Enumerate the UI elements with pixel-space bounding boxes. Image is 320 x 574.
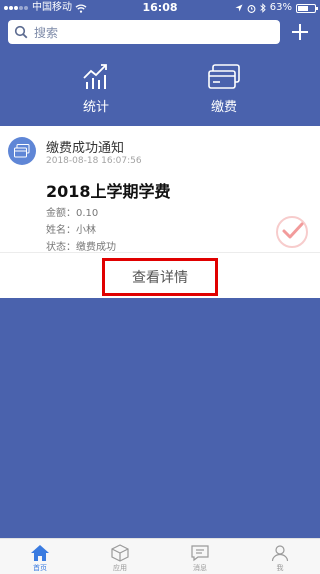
- location-icon: [235, 4, 243, 12]
- home-icon: [31, 545, 49, 561]
- message-icon: [191, 545, 209, 562]
- tab-apps-label: 应用: [113, 564, 127, 572]
- status-right: 63%: [235, 0, 318, 16]
- battery-icon: [296, 3, 318, 13]
- notification-title: 缴费成功通知: [46, 141, 125, 156]
- bluetooth-icon: [260, 3, 266, 13]
- card-icon: [14, 144, 30, 158]
- alarm-icon: [247, 4, 256, 13]
- tab-me[interactable]: 我: [240, 543, 320, 573]
- tab-apps[interactable]: 应用: [80, 543, 160, 573]
- search-icon: [14, 25, 28, 39]
- status-field: 状态：缴费成功: [46, 242, 116, 253]
- view-details-button[interactable]: 查看详情: [102, 258, 218, 296]
- card-icon: [208, 64, 240, 89]
- notification-avatar: [8, 137, 36, 165]
- search-bar[interactable]: 搜索: [8, 20, 280, 44]
- name-field: 姓名：小林: [46, 225, 96, 236]
- battery-percent: 63%: [269, 2, 292, 13]
- quick-action-statistics-label: 统计: [82, 100, 109, 115]
- person-icon: [271, 545, 289, 562]
- chart-icon: [83, 64, 107, 89]
- payment-notification-card: 缴费成功通知 2018-08-18 16:07:56 2018上学期学费 金额：…: [0, 126, 320, 298]
- tab-home[interactable]: 首页: [0, 543, 80, 573]
- tab-messages-label: 消息: [193, 564, 207, 572]
- tab-home-label: 首页: [33, 564, 47, 572]
- quick-action-payment[interactable]: 缴费: [184, 60, 264, 115]
- card-divider: [0, 252, 320, 253]
- search-input[interactable]: 搜索: [34, 24, 58, 41]
- add-icon[interactable]: [288, 20, 312, 44]
- tab-messages[interactable]: 消息: [160, 543, 240, 573]
- quick-action-payment-label: 缴费: [210, 100, 237, 115]
- quick-actions: 统计 缴费: [0, 60, 320, 116]
- notification-time: 2018-08-18 16:07:56: [46, 156, 142, 166]
- status-bar: 中国移动 16:08 63%: [0, 0, 320, 16]
- quick-action-statistics[interactable]: 统计: [56, 60, 136, 115]
- tab-me-label: 我: [276, 564, 284, 572]
- cube-icon: [111, 544, 129, 562]
- paid-stamp-icon: [276, 216, 308, 248]
- notification-heading: 2018上学期学费: [46, 182, 171, 201]
- tab-bar: 首页 应用 消息 我: [0, 538, 320, 574]
- amount-field: 金额：0.10: [46, 208, 99, 219]
